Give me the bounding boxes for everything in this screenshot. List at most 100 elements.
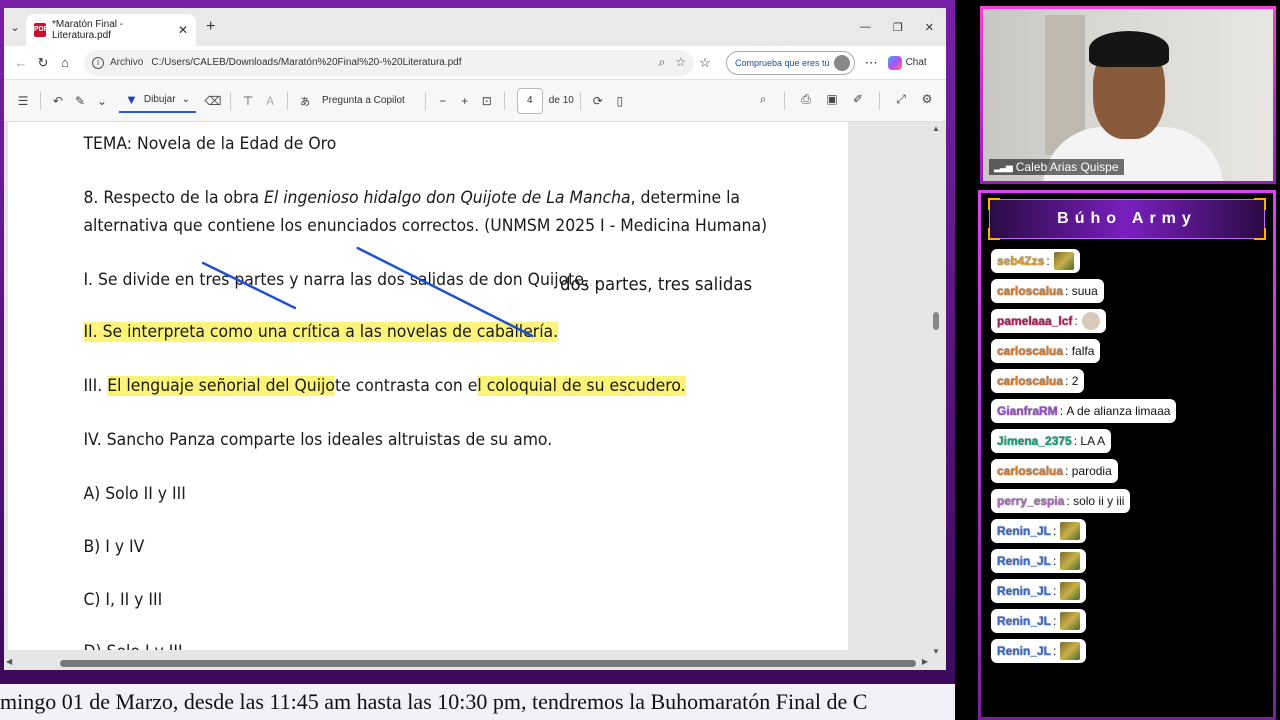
pdf-icon: PDF [34,23,48,37]
profile-verify-button[interactable]: Comprueba que eres tú [726,50,855,75]
corner-decoration [1254,228,1266,240]
favorites-icon[interactable]: ☆ [694,55,716,71]
chat-message: Jimena_2375: LA A [991,429,1112,453]
presenter-hair [1089,31,1169,67]
verify-label: Comprueba que eres tú [735,57,830,68]
search-icon[interactable]: ⌕ [752,92,774,110]
home-icon[interactable]: ⌂ [54,55,76,70]
profile-avatar [833,54,850,71]
settings-gear-icon[interactable]: ⚙ [916,92,938,110]
chat-username[interactable]: perry_espia [997,494,1064,508]
vertical-scrollbar[interactable]: ▲ ▼ [932,122,940,656]
chat-username[interactable]: GianfraRM [997,404,1058,418]
rotate-icon[interactable]: ⟳ [587,94,609,108]
scroll-right-icon[interactable]: ▶ [922,657,928,666]
contents-icon[interactable]: ☰ [12,94,34,108]
corner-decoration [988,198,1000,210]
chat-message: carloscalua: parodia [991,459,1118,483]
chat-username[interactable]: Renin_JL [997,554,1051,568]
chat-username[interactable]: Renin_JL [997,614,1051,628]
chat-username[interactable]: carloscalua [997,344,1063,358]
chat-message-row: Renin_JL: [991,519,1273,549]
draw-button[interactable]: ▼ Dibujar ⌄ [119,88,196,113]
highlight-chevron-icon[interactable]: ⌄ [91,94,113,108]
chat-text: A de alianza limaaa [1063,404,1171,418]
scroll-left-icon[interactable]: ◀ [6,657,12,666]
chat-separator: : [1053,644,1057,658]
chat-message-row: carloscalua: 2 [991,369,1273,399]
chat-text: parodia [1068,464,1112,478]
save-icon[interactable]: ▣ [821,92,843,110]
chat-username[interactable]: carloscalua [997,374,1063,388]
tab-list-chevron-icon[interactable]: ⌄ [4,21,26,34]
horizontal-scrollbar[interactable]: ◀ ▶ [4,656,946,670]
eraser-icon[interactable]: ⌫ [202,94,224,108]
refresh-icon[interactable]: ↻ [32,55,54,71]
vertical-scroll-thumb[interactable] [933,312,939,330]
chat-message: seb4Zzs: [991,249,1080,273]
draw-chevron-icon[interactable]: ⌄ [182,94,190,105]
text-size-icon[interactable]: A [259,94,281,108]
url-field[interactable]: i Archivo C:/Users/CALEB/Downloads/Marat… [84,49,694,76]
divider [40,91,41,110]
highlight-icon[interactable]: ✎ [69,94,91,108]
tab-close-icon[interactable]: ✕ [178,23,188,37]
chat-username[interactable]: Jimena_2375 [997,434,1072,448]
zoom-out-icon[interactable]: − [432,94,454,108]
emote-icon [1053,252,1074,270]
url-text: C:/Users/CALEB/Downloads/Maratón%20Final… [151,57,462,68]
save-as-icon[interactable]: ✐ [847,92,869,110]
chat-username[interactable]: carloscalua [997,284,1063,298]
pdf-toolbar: ☰ ↶ ✎ ⌄ ▼ Dibujar ⌄ ⌫ ⊤ A ぁ Pregunta a C… [4,80,946,122]
read-aloud-icon[interactable]: ぁ [294,92,316,109]
divider [424,91,426,110]
chat-separator: : [1046,254,1050,268]
chat-username[interactable]: seb4Zzs [997,254,1044,268]
new-tab-icon[interactable]: + [206,18,215,36]
zoom-in-icon[interactable]: + [454,94,476,108]
url-actions: ⌕ ☆ [659,55,687,70]
webcam-frame: ▂▃▅ Caleb Arias Quispe [980,6,1276,184]
chat-separator: : [1053,614,1057,628]
chat-message-row: GianfraRM: A de alianza limaaa [991,399,1273,429]
undo-icon[interactable]: ↶ [47,94,69,108]
news-ticker: mingo 01 de Marzo, desde las 11:45 am ha… [0,684,955,720]
favorite-star-icon[interactable]: ☆ [675,55,686,70]
chat-username[interactable]: Renin_JL [997,644,1051,658]
chat-panel: Búho Army seb4Zzs: carloscalua: suua pamel… [981,193,1273,717]
restore-icon[interactable]: ❐ [893,21,903,34]
pdf-viewport[interactable]: TEMA: Novela de la Edad de Oro 8. Respec… [4,122,946,670]
copilot-chat-button[interactable]: Chat [887,55,927,70]
info-icon[interactable]: i [92,56,104,69]
scroll-up-icon[interactable]: ▲ [932,124,940,133]
page-view-icon[interactable]: ▯ [609,94,631,108]
divider [503,91,505,110]
chat-username[interactable]: pamelaaa_lcf [997,314,1072,328]
more-menu-icon[interactable]: ⋯ [865,55,878,71]
fullscreen-icon[interactable]: ⤢ [890,92,912,110]
scroll-down-icon[interactable]: ▼ [932,647,940,656]
text-box-icon[interactable]: ⊤ [237,94,259,108]
zoom-icon[interactable]: ⌕ [659,55,666,70]
horizontal-scroll-thumb[interactable] [60,660,916,667]
chat-username[interactable]: carloscalua [997,464,1063,478]
webcam-feed: ▂▃▅ Caleb Arias Quispe [983,9,1273,181]
tab-pdf[interactable]: PDF *Maratón Final - Literatura.pdf ✕ [26,14,196,46]
close-window-icon[interactable]: ✕ [925,21,934,34]
signal-bars-icon: ▂▃▅ [994,161,1013,172]
ask-copilot-button[interactable]: Pregunta a Copilot [322,95,405,106]
pen-icon: ▼ [125,92,138,107]
page-total: de 10 [548,95,574,106]
chat-message: Renin_JL: [991,519,1087,543]
chat-message-row: perry_espia: solo ii y iii [991,489,1273,519]
chat-username[interactable]: Renin_JL [997,584,1051,598]
tab-title: *Maratón Final - Literatura.pdf [52,19,124,41]
minimize-icon[interactable]: — [860,21,871,34]
emote-icon [1060,582,1081,600]
chat-username[interactable]: Renin_JL [997,524,1051,538]
page-number-input[interactable]: 4 [516,87,543,114]
back-icon[interactable]: ← [10,55,32,70]
print-icon[interactable]: ⎙ [795,92,817,110]
fit-page-icon[interactable]: ⊡ [476,94,498,108]
draw-label: Dibujar [143,94,176,105]
